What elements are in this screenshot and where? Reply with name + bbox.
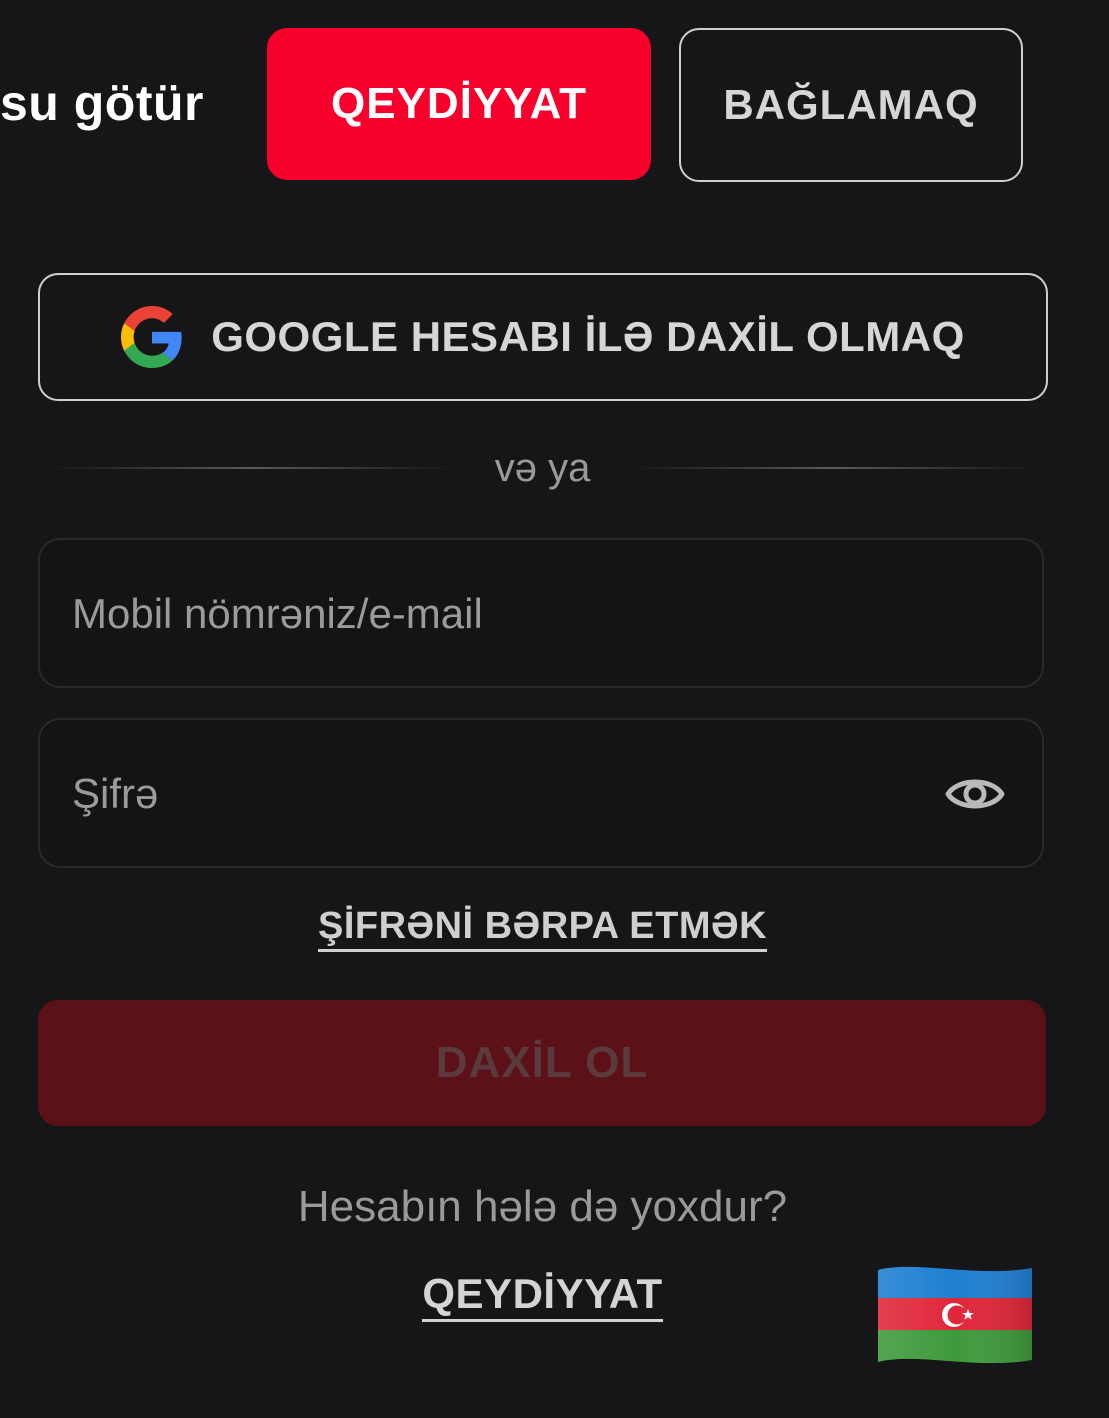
login-field-container bbox=[38, 538, 1044, 688]
no-account-text: Hesabın hələ də yoxdur? bbox=[297, 1182, 788, 1231]
google-login-button[interactable]: GOOGLE HESABI İLƏ DAXİL OLMAQ bbox=[38, 273, 1048, 401]
divider-line-right bbox=[632, 467, 1036, 469]
eye-icon[interactable] bbox=[944, 770, 1006, 818]
header-title-fragment: su götür bbox=[0, 75, 204, 131]
google-login-label: GOOGLE HESABI İLƏ DAXİL OLMAQ bbox=[211, 313, 965, 360]
password-field-container bbox=[38, 718, 1044, 868]
password-input[interactable] bbox=[70, 720, 934, 868]
divider-text: və ya bbox=[494, 445, 591, 490]
login-input[interactable] bbox=[70, 540, 934, 688]
azerbaijan-flag-icon[interactable] bbox=[876, 1262, 1034, 1368]
close-button[interactable]: BAĞLAMAQ bbox=[679, 28, 1023, 182]
google-g-icon bbox=[121, 306, 182, 368]
forgot-password-link[interactable]: ŞİFRƏNİ BƏRPA ETMƏK bbox=[317, 905, 768, 952]
forgot-password-container: ŞİFRƏNİ BƏRPA ETMƏK bbox=[0, 905, 1085, 952]
register-link[interactable]: QEYDİYYAT bbox=[422, 1270, 663, 1322]
divider-line-left bbox=[50, 467, 453, 469]
or-divider: və ya bbox=[50, 440, 1036, 496]
register-tab-button[interactable]: QEYDİYYAT bbox=[267, 28, 651, 180]
login-submit-button[interactable]: DAXİL OL bbox=[38, 1000, 1046, 1126]
